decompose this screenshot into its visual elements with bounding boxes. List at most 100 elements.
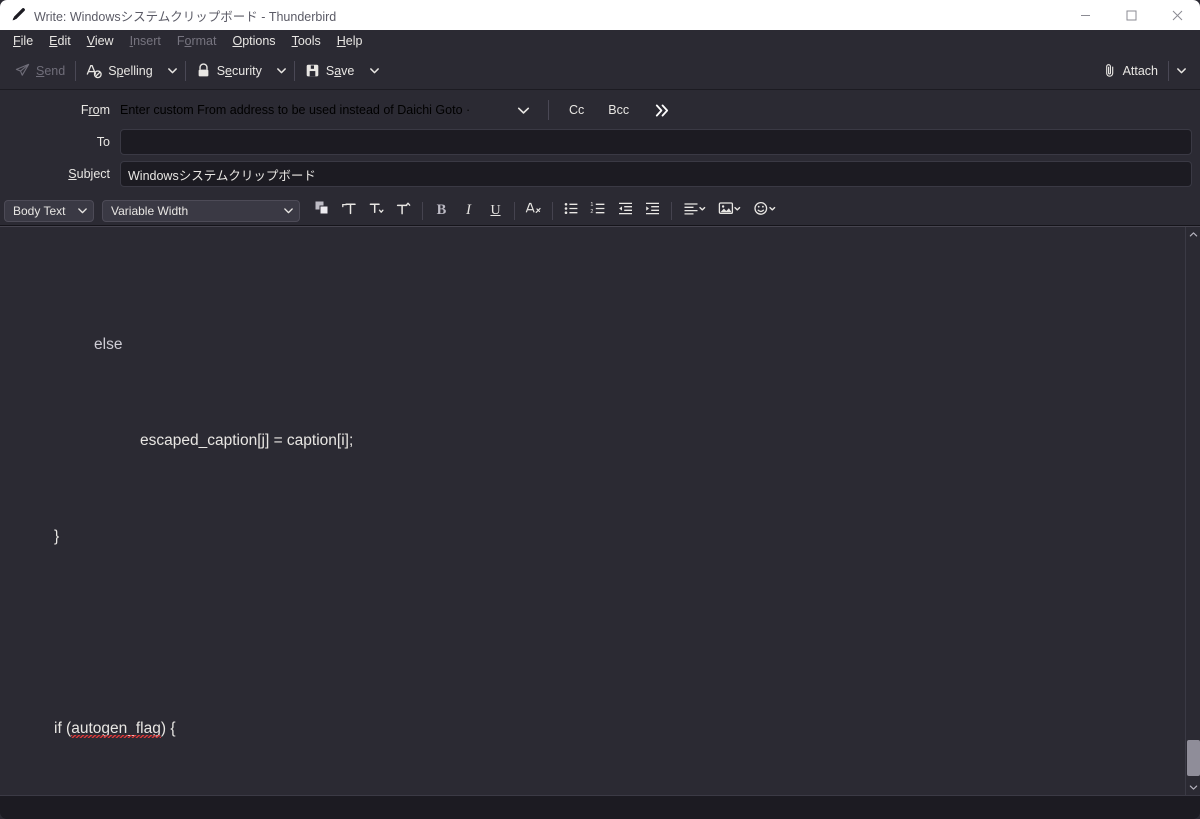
save-label: Save (325, 63, 355, 78)
more-recipient-fields-button[interactable] (647, 100, 678, 121)
compose-toolbar: Send Spelling Security Save Attach (0, 52, 1200, 90)
spelling-button[interactable]: Spelling (77, 57, 161, 85)
outdent-button[interactable] (613, 199, 638, 223)
svg-text:2: 2 (590, 208, 593, 214)
bcc-button[interactable]: Bcc (600, 100, 637, 120)
chevron-down-icon (78, 208, 87, 214)
spelling-dropdown[interactable] (162, 57, 184, 85)
toolbar-separator (75, 60, 77, 81)
header-separator (548, 100, 549, 120)
save-dropdown[interactable] (363, 57, 385, 85)
text-color-button[interactable] (310, 199, 335, 223)
italic-icon: I (466, 202, 471, 218)
body-line (14, 621, 1185, 645)
decrease-font-size-button[interactable] (364, 199, 389, 223)
numbered-list-button[interactable]: 1 2 (586, 199, 611, 223)
format-separator (422, 201, 423, 220)
paragraph-style-select[interactable]: Body Text (4, 199, 94, 222)
security-button[interactable]: Security (187, 57, 271, 85)
cc-button[interactable]: Cc (561, 100, 592, 120)
body-text: escaped_caption[j] = caption[i]; (140, 432, 354, 449)
emoji-button[interactable] (748, 199, 781, 223)
attach-button[interactable]: Attach (1093, 57, 1167, 85)
from-row: From Enter custom From address to be use… (8, 96, 1192, 124)
scroll-down-button[interactable] (1186, 780, 1200, 795)
send-button[interactable]: Send (6, 57, 74, 85)
lock-icon (196, 63, 211, 78)
security-dropdown[interactable] (271, 57, 293, 85)
toolbar-separator (1168, 60, 1169, 81)
message-body-editor[interactable]: else escaped_caption[j] = caption[i]; } … (0, 227, 1185, 795)
scroll-thumb[interactable] (1186, 740, 1200, 776)
font-size-menu-button[interactable] (391, 199, 416, 223)
close-button[interactable] (1154, 0, 1200, 30)
body-text: if ( (54, 720, 72, 737)
spellcheck-icon (86, 63, 102, 79)
font-size-menu-icon (395, 200, 412, 222)
chevron-down-icon (369, 68, 379, 74)
message-body-content: else escaped_caption[j] = caption[i]; } … (0, 261, 1185, 795)
attach-dropdown[interactable] (1170, 57, 1192, 85)
bulleted-list-button[interactable] (559, 199, 584, 223)
from-dropdown[interactable] (510, 97, 536, 123)
title-bar: Write: Windowsシステムクリップボード - Thunderbird (0, 0, 1200, 30)
remove-text-styling-button[interactable] (521, 199, 546, 223)
scroll-track[interactable] (1185, 242, 1200, 780)
menu-help[interactable]: Help (330, 32, 370, 51)
numbered-list-icon: 1 2 (590, 200, 607, 222)
menu-format[interactable]: Format (170, 32, 224, 51)
menu-insert[interactable]: Insert (123, 32, 168, 51)
body-text: ) { (160, 720, 176, 737)
body-line: } (14, 525, 1185, 549)
save-button[interactable]: Save (296, 57, 364, 85)
subject-input[interactable]: Windowsシステムクリップボード (120, 161, 1192, 187)
menu-file[interactable]: File (6, 32, 40, 51)
chevron-down-icon (1189, 785, 1197, 790)
chevron-down-icon (284, 208, 293, 214)
outdent-icon (617, 200, 634, 222)
window-controls (1062, 0, 1200, 30)
body-line: if (autogen_flag) { (14, 717, 1185, 741)
from-input[interactable]: Enter custom From address to be used ins… (120, 97, 510, 123)
align-menu-icon (683, 200, 707, 222)
subject-row: Subject Windowsシステムクリップボード (8, 160, 1192, 188)
to-row: To (8, 128, 1192, 156)
minimize-button[interactable] (1062, 0, 1108, 30)
from-label: From (80, 103, 110, 117)
svg-text:1: 1 (590, 202, 593, 208)
underline-button[interactable]: U (483, 199, 508, 223)
thunderbird-compose-window: Write: Windowsシステムクリップボード - Thunderbird … (0, 0, 1200, 819)
menu-edit[interactable]: Edit (42, 32, 78, 51)
format-separator (671, 201, 672, 220)
chevron-down-icon (517, 107, 529, 114)
security-label: Security (216, 63, 262, 78)
paperclip-icon (1102, 63, 1117, 78)
body-text: else (94, 336, 123, 353)
font-family-select[interactable]: Variable Width (102, 199, 300, 222)
align-menu-button[interactable] (678, 199, 711, 223)
menu-options[interactable]: Options (225, 32, 282, 51)
to-input[interactable] (120, 129, 1192, 155)
paragraph-style-value: Body Text (13, 203, 66, 218)
menu-tools[interactable]: Tools (285, 32, 328, 51)
chevron-down-icon (1176, 68, 1186, 74)
bold-button[interactable]: B (429, 199, 454, 223)
attach-label: Attach (1122, 63, 1158, 78)
send-paper-plane-icon (15, 63, 30, 78)
scroll-up-button[interactable] (1186, 227, 1200, 242)
decrease-font-size-icon (368, 200, 385, 222)
title-bar-left: Write: Windowsシステムクリップボード - Thunderbird (0, 6, 1062, 25)
insert-image-button[interactable] (713, 199, 746, 223)
menu-view[interactable]: View (80, 32, 121, 51)
compose-pencil-icon (10, 7, 26, 23)
status-bar (0, 795, 1200, 819)
maximize-button[interactable] (1108, 0, 1154, 30)
indent-button[interactable] (640, 199, 665, 223)
spelling-label: Spelling (108, 63, 153, 78)
font-family-value: Variable Width (111, 203, 189, 218)
emoji-icon (753, 200, 777, 222)
italic-button[interactable]: I (456, 199, 481, 223)
increase-font-size-button[interactable] (337, 199, 362, 223)
menu-bar: File Edit View Insert Format Options Too… (0, 30, 1200, 52)
body-scrollbar[interactable] (1185, 227, 1200, 795)
